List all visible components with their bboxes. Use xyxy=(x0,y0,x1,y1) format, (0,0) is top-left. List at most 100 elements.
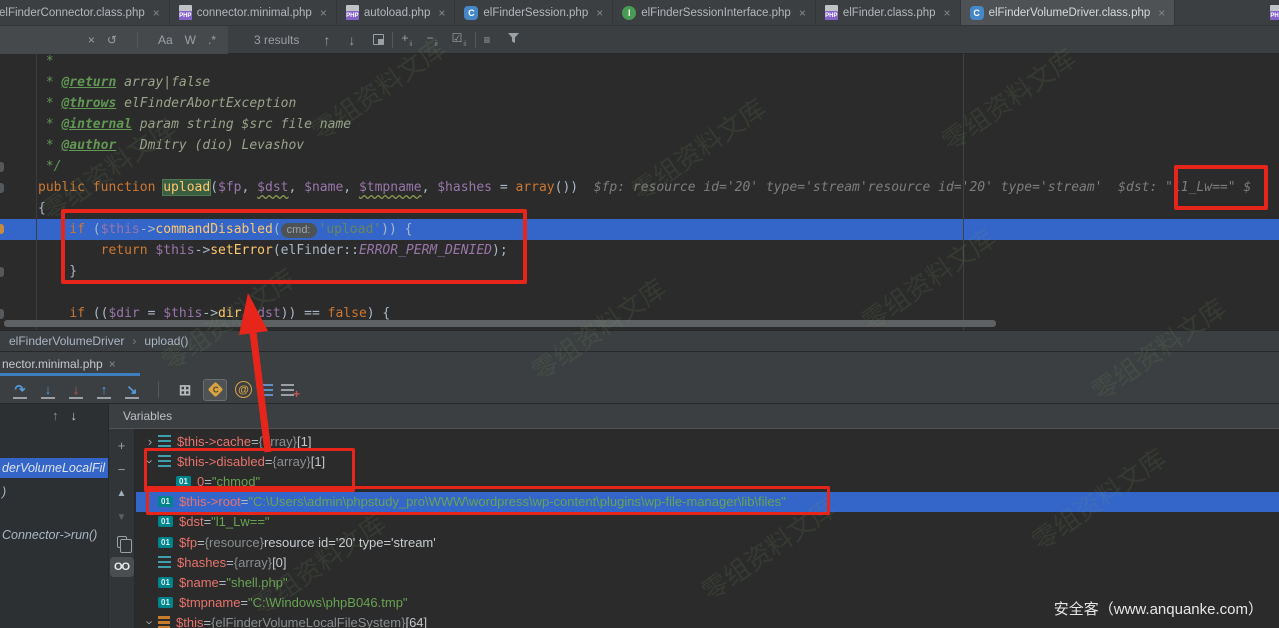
frame-down-icon[interactable]: ↓ xyxy=(71,408,78,423)
code-token: * xyxy=(38,75,61,90)
frame-up-icon[interactable]: ↑ xyxy=(52,408,59,423)
close-icon[interactable]: × xyxy=(320,6,327,20)
code-token: elFinder xyxy=(281,243,344,258)
editor-tab[interactable]: CelFinderVolumeDriver.class.php× xyxy=(961,0,1176,25)
frames-panel[interactable]: ↑ ↓ derVolumeLocalFil) Connector->run() xyxy=(0,404,108,628)
variable-token: $hashes xyxy=(177,555,226,570)
next-occurrence-button[interactable]: ↓ xyxy=(348,32,355,48)
run-to-cursor-icon: ↘ xyxy=(127,382,138,398)
variable-row[interactable]: $hashes = {array} [0] xyxy=(136,552,1279,572)
code-line: } xyxy=(38,261,1251,282)
show-execution-point-button[interactable]: C xyxy=(203,379,227,401)
filter-funnel-icon[interactable] xyxy=(507,32,520,47)
breadcrumb-method[interactable]: upload() xyxy=(144,334,188,348)
move-up-button[interactable]: ▲ xyxy=(117,485,127,502)
editor-tab[interactable]: elFinderConnector.class.php × xyxy=(0,0,170,25)
editor-tab[interactable]: CelFinderSession.php× xyxy=(455,0,613,25)
code-token: if xyxy=(69,222,85,237)
chevron-down-icon[interactable]: › xyxy=(142,454,158,469)
tab-label: autoload.php xyxy=(364,7,431,19)
run-to-cursor-button[interactable]: ↘ xyxy=(122,380,142,400)
close-icon[interactable]: × xyxy=(944,6,951,20)
previous-occurrence-button[interactable]: ↑ xyxy=(323,32,330,48)
show-watches-icon[interactable]: OO xyxy=(110,557,134,577)
step-over-button[interactable]: ↷ xyxy=(10,380,30,400)
variable-row[interactable]: 010 = "chmod" xyxy=(136,471,1279,491)
frame-row[interactable]: Connector->run() xyxy=(0,525,108,545)
close-icon[interactable]: × xyxy=(109,357,116,371)
ide-window: elFinderConnector.class.php×connector.mi… xyxy=(0,0,1279,628)
variable-token: [64] xyxy=(405,615,427,628)
step-out-button[interactable]: ↑ xyxy=(94,380,114,400)
add-watch-button[interactable]: + xyxy=(118,437,126,454)
breadcrumb-class[interactable]: elFinderVolumeDriver xyxy=(9,334,124,348)
tab-label: connector.minimal.php xyxy=(197,7,312,19)
watches-toolbar: + − ▲ ▼ OO xyxy=(109,429,135,628)
variable-token: = xyxy=(197,535,205,550)
open-in-find-window-button[interactable] xyxy=(373,34,384,45)
variable-row[interactable]: ›$this->cache = {array} [1] xyxy=(136,431,1279,451)
chevron-right-icon[interactable]: › xyxy=(142,434,158,449)
variable-row[interactable]: 01$name = "shell.php" xyxy=(136,572,1279,592)
tab-label: elFinderConnector.class.php xyxy=(0,7,145,19)
variable-row[interactable]: 01$dst = "l1_Lw==" xyxy=(136,512,1279,532)
code-token xyxy=(38,306,69,321)
primitive-icon: 01 xyxy=(158,577,173,588)
frame-row[interactable]: ) xyxy=(0,482,108,502)
mute-renderers-button[interactable]: @ xyxy=(235,381,252,398)
match-case-toggle[interactable]: Aa xyxy=(158,33,173,47)
horizontal-scrollbar[interactable] xyxy=(4,320,996,327)
variable-token: [1] xyxy=(297,434,311,449)
add-to-watches-icon[interactable]: + xyxy=(281,384,294,396)
evaluate-expression-button[interactable]: ⊞ xyxy=(175,380,195,400)
select-all-occurrences-button[interactable]: ☑ii xyxy=(452,31,467,47)
variable-token: = xyxy=(204,474,212,489)
code-token: $hashes xyxy=(437,180,492,195)
close-icon[interactable]: × xyxy=(153,6,160,20)
frame-row[interactable]: derVolumeLocalFil xyxy=(0,458,108,478)
close-icon[interactable]: × xyxy=(438,6,445,20)
code-token: -> xyxy=(202,306,218,321)
php-file-icon xyxy=(179,5,192,20)
add-occurrence-button[interactable]: +ii xyxy=(401,31,412,47)
editor-tab[interactable]: autoload.php × xyxy=(337,0,456,25)
search-input[interactable]: × ↺ Aa W .* xyxy=(0,26,228,54)
variable-token: [0] xyxy=(272,555,286,570)
close-icon[interactable]: × xyxy=(1158,6,1165,20)
editor-tab[interactable]: connector.minimal.php × xyxy=(170,0,337,25)
variable-row[interactable]: ›$this->disabled = {array} [1] xyxy=(136,451,1279,471)
clear-search-icon[interactable]: × xyxy=(88,33,95,47)
filter-lines-icon[interactable]: ≡ xyxy=(484,33,491,47)
code-token: = xyxy=(140,306,163,321)
variable-token: = xyxy=(251,434,259,449)
remove-watch-button[interactable]: − xyxy=(118,461,126,478)
whole-words-toggle[interactable]: W xyxy=(185,33,196,47)
close-icon[interactable]: × xyxy=(596,6,603,20)
regex-toggle[interactable]: .* xyxy=(208,33,216,47)
variable-row[interactable]: 01$this->root = "C:\Users\admin\phpstudy… xyxy=(136,492,1279,512)
variable-row[interactable]: 01$fp = {resource} resource id='20' type… xyxy=(136,532,1279,552)
chevron-down-icon[interactable]: › xyxy=(142,615,158,628)
code-token: @return xyxy=(61,75,116,90)
close-icon[interactable]: × xyxy=(799,6,806,20)
variable-token: "shell.php" xyxy=(226,575,287,590)
code-token: $name xyxy=(304,180,343,195)
primitive-icon: 01 xyxy=(176,476,191,487)
code-token: $dir xyxy=(108,306,139,321)
editor-tab[interactable]: elFinder.class.php× xyxy=(816,0,961,25)
site-credit-watermark: 安全客（www.anquanke.com） xyxy=(1054,598,1263,619)
editor-tab[interactable]: IelFinderSessionInterface.php× xyxy=(613,0,816,25)
code-token: array|false xyxy=(116,75,210,90)
code-token: , xyxy=(288,180,304,195)
code-token: @throws xyxy=(61,96,116,111)
duplicate-watch-icon[interactable] xyxy=(117,533,127,550)
code-editor[interactable]: * * @return array|false * @throws elFind… xyxy=(0,54,1279,330)
move-down-button[interactable]: ▼ xyxy=(117,509,127,526)
numbered-list-icon[interactable] xyxy=(260,384,273,396)
force-step-into-button[interactable]: ↓ xyxy=(66,380,86,400)
search-history-icon[interactable]: ↺ xyxy=(107,33,117,47)
step-into-button[interactable]: ↓ xyxy=(38,380,58,400)
variable-token: $this xyxy=(176,615,203,628)
remove-occurrence-button[interactable]: −ii xyxy=(427,31,438,47)
variable-token: "chmod" xyxy=(212,474,260,489)
